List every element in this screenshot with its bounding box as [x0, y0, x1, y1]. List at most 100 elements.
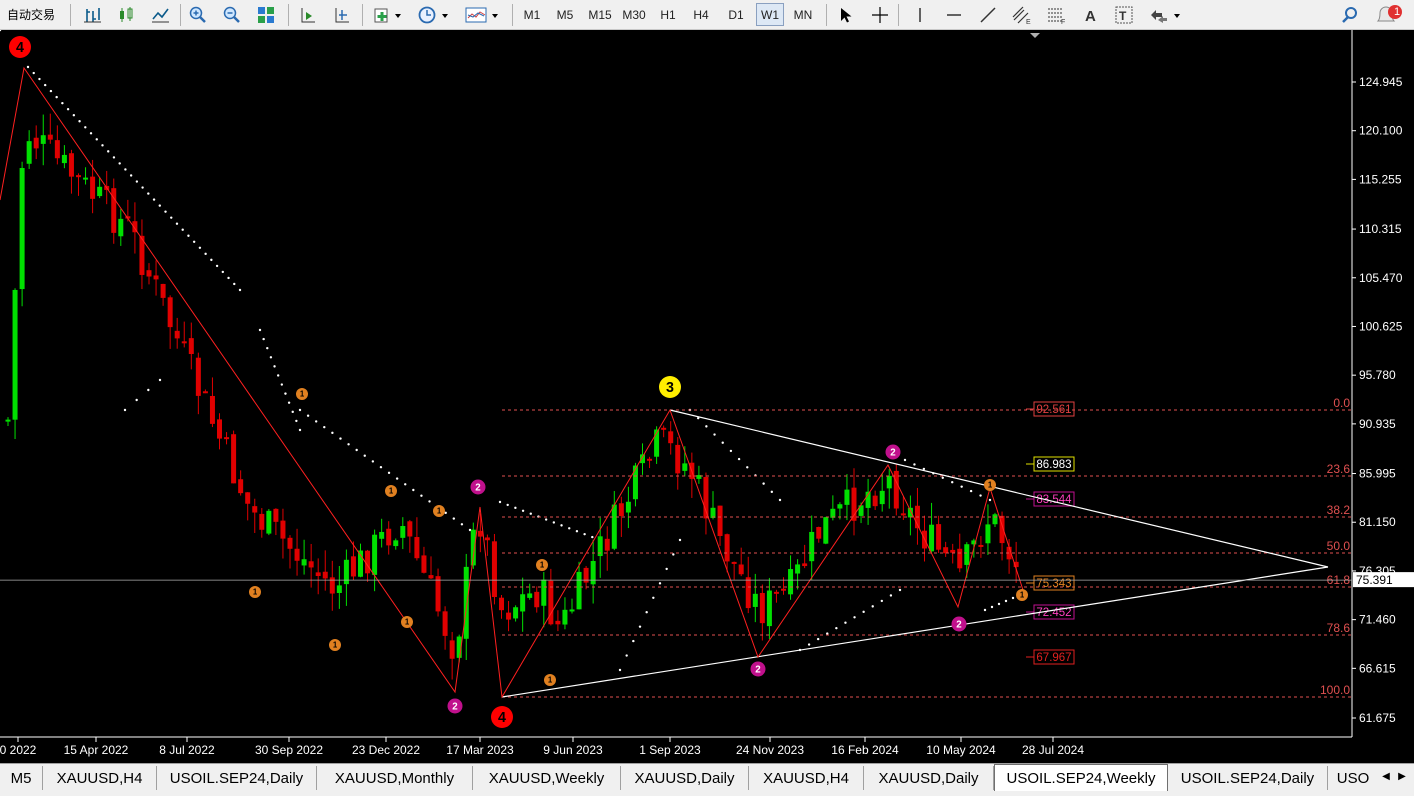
indicators-dropdown-icon[interactable] [370, 3, 406, 26]
candle-body [308, 561, 314, 568]
chart-tab[interactable]: USOIL.SEP24,Daily [1168, 766, 1328, 790]
timeframe-m5[interactable]: M5 [551, 3, 579, 26]
chart-tab[interactable]: USOIL.SEP24,Daily [157, 766, 317, 790]
tab-scroll-right-icon[interactable]: ▶ [1394, 767, 1410, 785]
chart-tab[interactable]: XAUUSD,Weekly [473, 766, 621, 790]
candlestick-icon[interactable] [114, 3, 138, 26]
sar-dot [276, 374, 280, 377]
templates-dropdown-icon[interactable] [462, 3, 504, 26]
tile-windows-icon[interactable] [254, 3, 278, 26]
sar-dot [147, 388, 150, 392]
sar-dot [969, 489, 973, 493]
timeframe-h1[interactable]: H1 [654, 3, 682, 26]
chart-tab-active[interactable]: USOIL.SEP24,Weekly [994, 764, 1168, 791]
text-icon[interactable]: A [1080, 3, 1102, 26]
chart-tab[interactable]: XAUUSD,Daily [621, 766, 749, 790]
sar-dot [152, 198, 156, 201]
arrows-dropdown-icon[interactable] [1146, 3, 1184, 26]
price-tick-label: 61.675 [1359, 711, 1396, 725]
chart-tab[interactable]: XAUUSD,H4 [43, 766, 157, 790]
toolbar-separator [898, 4, 899, 26]
zoom-out-icon[interactable] [220, 3, 244, 26]
tab-scroll-left-icon[interactable]: ◀ [1378, 767, 1394, 785]
wave-label-2: 2 [452, 701, 458, 712]
timeframe-h4[interactable]: H4 [687, 3, 715, 26]
candle-body [809, 531, 815, 562]
toolbar-separator [70, 4, 71, 26]
sar-dot [61, 101, 64, 105]
zoom-in-icon[interactable] [186, 3, 210, 26]
sar-dot [903, 458, 907, 462]
candle-body [40, 135, 46, 144]
chart-tab[interactable]: M5 [0, 766, 43, 790]
candle-body [477, 530, 483, 537]
search-icon[interactable] [1338, 3, 1362, 26]
timeframe-mn[interactable]: MN [788, 3, 818, 26]
sar-dot [84, 126, 87, 129]
trendline-icon[interactable] [976, 3, 1000, 26]
sar-dot [922, 467, 926, 471]
wave-label-1: 1 [300, 390, 305, 399]
sar-dot [355, 448, 358, 452]
text-label-icon[interactable]: T [1112, 3, 1136, 26]
vertical-line-icon[interactable] [908, 3, 932, 26]
sar-dot [269, 356, 273, 359]
price-box-label: 67.967 [1036, 652, 1071, 664]
time-tick-label: 9 Jun 2023 [543, 743, 603, 757]
crosshair-icon[interactable] [868, 3, 892, 26]
sar-dot [658, 582, 662, 585]
horizontal-line-icon[interactable] [942, 3, 966, 26]
chart-shift-icon[interactable] [330, 3, 354, 26]
candle-body [879, 490, 885, 505]
candle-body [795, 564, 801, 574]
candle-body [837, 504, 843, 509]
candle-body [76, 175, 81, 178]
timeframe-m15[interactable]: M15 [584, 3, 616, 26]
chart-canvas[interactable]: 0.023.638.250.061.878.6100.092.56186.983… [0, 28, 1414, 763]
sar-dot [778, 498, 782, 502]
price-chart[interactable]: 0.0 23.6 38.2 50.0 61.8 78.6 100.0 92.561 86.983… [0, 28, 1414, 763]
candle-body [534, 591, 540, 608]
candle-body [160, 283, 166, 298]
equidistant-channel-icon[interactable]: E [1010, 3, 1036, 26]
candle-body [675, 444, 681, 474]
price-box-label: 92.561 [1036, 404, 1071, 416]
candle-body [710, 507, 716, 518]
chart-tab[interactable]: XAUUSD,Monthly [317, 766, 473, 790]
sar-dot [652, 596, 655, 599]
bar-chart-icon[interactable] [80, 3, 104, 26]
timeframe-m30[interactable]: M30 [618, 3, 650, 26]
candle-body [463, 566, 469, 639]
sar-dot [238, 288, 242, 292]
candle-body [731, 561, 737, 564]
candle-body [336, 585, 342, 593]
sar-dot [665, 567, 668, 571]
timeframe-m1[interactable]: M1 [518, 3, 546, 26]
sar-dot [147, 192, 150, 195]
candle-body [978, 544, 984, 547]
sar-dot [990, 605, 994, 609]
autoscroll-icon[interactable] [296, 3, 320, 26]
timeframe-d1[interactable]: D1 [722, 3, 750, 26]
chart-tab[interactable]: USO [1328, 766, 1378, 790]
line-chart-icon[interactable] [148, 3, 172, 26]
wave-labels: 4 3 4 2 2 2 2 2 1 1 1 1 1 1 1 1 1 1 [9, 36, 1028, 728]
sar-dot [0, 28, 2, 32]
periods-clock-icon[interactable] [414, 3, 454, 26]
timeframe-w1[interactable]: W1 [756, 3, 784, 26]
autotrade-button[interactable]: 自动交易 [0, 3, 62, 26]
candle-body [823, 517, 829, 544]
sar-dot [835, 626, 838, 630]
sar-dot [568, 527, 571, 530]
fibonacci-icon[interactable]: F [1044, 3, 1070, 26]
toolbar-separator [288, 4, 289, 26]
chart-tab[interactable]: XAUUSD,Daily [864, 766, 994, 790]
notifications-icon[interactable]: 1 [1372, 3, 1406, 26]
sar-dot [979, 494, 982, 497]
candle-body [68, 153, 74, 177]
price-tick-label: 85.995 [1359, 467, 1396, 481]
chart-tab[interactable]: XAUUSD,H4 [749, 766, 864, 790]
cursor-icon[interactable] [834, 3, 858, 26]
candle-body [224, 437, 230, 440]
wave-label-2: 2 [475, 482, 481, 493]
